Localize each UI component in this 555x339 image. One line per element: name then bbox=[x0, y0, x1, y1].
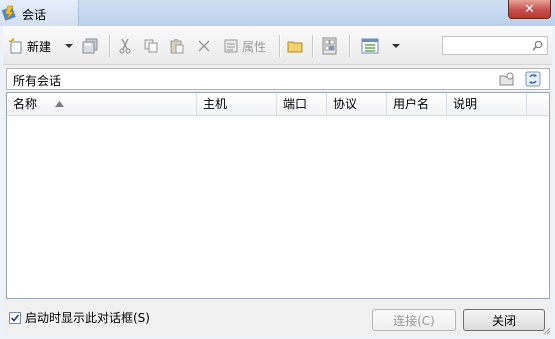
column-label: 主机 bbox=[203, 97, 228, 111]
title-bar: 会话 ✕ bbox=[0, 0, 555, 26]
chevron-down-icon bbox=[392, 44, 400, 48]
window-title: 会话 bbox=[22, 8, 47, 22]
folder-path-bar: 所有会话 bbox=[6, 68, 550, 90]
delete-button[interactable] bbox=[197, 36, 211, 56]
resize-grip[interactable] bbox=[541, 325, 551, 335]
sort-ascending-icon bbox=[55, 101, 64, 107]
title-tab: 会话 bbox=[0, 0, 79, 26]
session-list[interactable]: 名称 主机 端口 协议 用户名 说明 bbox=[6, 92, 550, 299]
connect-button[interactable]: 连接(C) bbox=[372, 309, 456, 331]
save-icon bbox=[82, 38, 98, 54]
new-icon bbox=[8, 38, 22, 54]
column-label: 用户名 bbox=[393, 97, 430, 111]
show-on-startup-checkbox[interactable] bbox=[9, 311, 21, 324]
session-manager-button[interactable] bbox=[321, 36, 339, 56]
show-on-startup-option[interactable]: 启动时显示此对话框(S) bbox=[9, 309, 150, 326]
session-manager-icon bbox=[322, 37, 337, 55]
column-label: 名称 bbox=[13, 97, 38, 111]
checkmark-icon bbox=[10, 313, 20, 322]
toolbar-separator bbox=[349, 35, 350, 57]
view-mode-button[interactable] bbox=[361, 36, 379, 56]
save-session-button[interactable] bbox=[81, 36, 99, 56]
list-view-icon bbox=[361, 38, 379, 54]
close-icon: ✕ bbox=[524, 1, 535, 17]
toolbar-separator bbox=[109, 35, 110, 57]
view-mode-dropdown-button[interactable] bbox=[392, 36, 400, 56]
connect-label: 连接(C) bbox=[393, 313, 435, 328]
column-header-description[interactable]: 说明 bbox=[447, 93, 527, 115]
cut-button[interactable] bbox=[117, 36, 133, 56]
column-header-host[interactable]: 主机 bbox=[197, 93, 277, 115]
paste-icon bbox=[170, 39, 184, 54]
session-dialog: 新建 属性 所有会话 名称 主机 端口 协议 用户名 说明 启动时显示此对话框(… bbox=[3, 26, 552, 336]
cut-icon bbox=[119, 38, 131, 54]
new-label: 新建 bbox=[27, 39, 52, 54]
search-icon bbox=[532, 40, 543, 51]
new-dropdown-button[interactable] bbox=[65, 36, 73, 56]
properties-label: 属性 bbox=[242, 39, 267, 54]
show-on-startup-label: 启动时显示此对话框(S) bbox=[25, 311, 150, 325]
paste-button[interactable] bbox=[169, 36, 185, 56]
delete-icon bbox=[198, 40, 210, 52]
app-icon bbox=[2, 5, 16, 21]
close-label: 关闭 bbox=[491, 313, 516, 328]
column-header-username[interactable]: 用户名 bbox=[387, 93, 447, 115]
new-session-button[interactable]: 新建 bbox=[8, 36, 51, 56]
column-header-protocol[interactable]: 协议 bbox=[327, 93, 387, 115]
column-label: 说明 bbox=[453, 97, 478, 111]
list-header: 名称 主机 端口 协议 用户名 说明 bbox=[7, 93, 549, 116]
column-header-name[interactable]: 名称 bbox=[7, 93, 197, 115]
new-folder-button[interactable] bbox=[287, 36, 303, 56]
refresh-icon[interactable] bbox=[525, 71, 541, 87]
properties-button[interactable]: 属性 bbox=[223, 36, 266, 56]
properties-icon bbox=[224, 39, 238, 53]
toolbar-separator bbox=[312, 35, 313, 57]
column-label: 协议 bbox=[333, 97, 358, 111]
folder-up-icon[interactable] bbox=[499, 71, 515, 87]
column-label: 端口 bbox=[283, 97, 308, 111]
toolbar-separator bbox=[279, 35, 280, 57]
copy-icon bbox=[144, 39, 158, 53]
column-header-port[interactable]: 端口 bbox=[277, 93, 327, 115]
search-input[interactable] bbox=[442, 36, 548, 55]
close-window-button[interactable]: ✕ bbox=[508, 0, 551, 19]
chevron-down-icon bbox=[65, 44, 73, 48]
toolbar: 新建 属性 bbox=[3, 26, 552, 65]
folder-path-label: 所有会话 bbox=[13, 74, 62, 88]
copy-button[interactable] bbox=[143, 36, 159, 56]
folder-icon bbox=[287, 41, 303, 53]
close-button[interactable]: 关闭 bbox=[463, 309, 545, 331]
